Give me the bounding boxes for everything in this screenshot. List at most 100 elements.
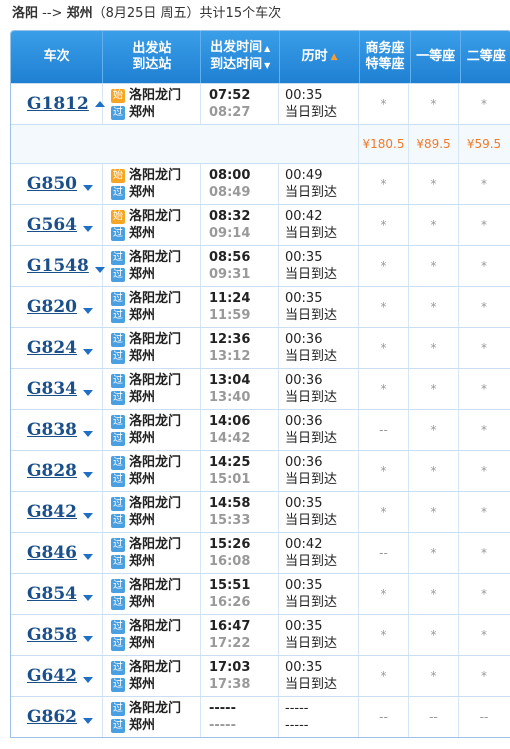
business-seat: --	[359, 410, 409, 450]
expand-icon[interactable]	[83, 349, 94, 355]
duration-cell: 00:35 当日到达	[279, 246, 359, 286]
train-number-link[interactable]: G1812	[27, 94, 89, 114]
train-number-link[interactable]: G854	[27, 584, 77, 604]
expand-icon[interactable]	[83, 390, 94, 396]
train-number-cell: G834	[11, 369, 103, 409]
departure-time: 17:03	[209, 660, 251, 675]
first-class-seat: *	[409, 656, 459, 696]
expand-icon[interactable]	[83, 472, 94, 478]
table-row: G828 过洛阳龙门 过郑州 14:25 15:01 00:36 当日到达 * …	[11, 450, 510, 491]
arrival-day: 当日到达	[285, 636, 338, 651]
station-badge: 过	[111, 718, 125, 733]
first-class-seat: *	[409, 164, 459, 204]
business-price: ¥180.5	[359, 125, 409, 163]
train-number-link[interactable]: G820	[27, 297, 77, 317]
expand-icon[interactable]	[83, 595, 94, 601]
departure-station: 洛阳龙门	[129, 250, 182, 265]
train-number-link[interactable]: G642	[27, 666, 77, 686]
stations-cell: 过洛阳龙门 过郑州	[103, 574, 201, 614]
station-badge: 过	[111, 105, 125, 120]
duration-cell: ----- -----	[279, 697, 359, 737]
times-cell: 11:24 11:59	[201, 287, 279, 327]
arrival-station: 郑州	[129, 636, 156, 651]
departure-time: 16:47	[209, 619, 251, 634]
train-number-link[interactable]: G828	[27, 461, 77, 481]
train-number-link[interactable]: G846	[27, 543, 77, 563]
train-number-link[interactable]: G824	[27, 338, 77, 358]
arrival-time: 11:59	[209, 308, 251, 323]
train-number-link[interactable]: G858	[27, 625, 77, 645]
sort-down-icon[interactable]: ▼	[264, 58, 270, 74]
duration-cell: 00:35 当日到达	[279, 492, 359, 532]
business-seat: *	[359, 84, 409, 124]
times-cell: 08:32 09:14	[201, 205, 279, 245]
departure-time: 08:32	[209, 209, 251, 224]
arrival-station: 郑州	[129, 390, 156, 405]
table-row: G850 始洛阳龙门 过郑州 08:00 08:49 00:49 当日到达 * …	[11, 163, 510, 204]
departure-time: 13:04	[209, 373, 251, 388]
departure-time: 12:36	[209, 332, 251, 347]
departure-station: 洛阳龙门	[129, 291, 182, 306]
times-cell: 13:04 13:40	[201, 369, 279, 409]
expand-icon[interactable]	[83, 677, 94, 683]
station-badge: 过	[111, 185, 125, 200]
expand-icon[interactable]	[83, 718, 94, 724]
arrival-station: 郑州	[129, 105, 156, 120]
header-duration[interactable]: 历时 ▲	[280, 31, 361, 83]
table-header: 车次 出发站 到达站 出发时间 ▲ 到达时间 ▼ 历时 ▲ 商务座 特等座 一等座 二等座	[11, 31, 510, 83]
departure-time: 08:00	[209, 168, 251, 183]
duration: 00:36	[285, 455, 323, 470]
sort-up-icon[interactable]: ▲	[264, 41, 270, 57]
arrival-time: 13:40	[209, 390, 251, 405]
station-badge: 过	[111, 373, 125, 388]
duration-cell: 00:36 当日到达	[279, 410, 359, 450]
station-badge: 过	[111, 250, 125, 265]
business-seat: *	[359, 205, 409, 245]
train-number-link[interactable]: G838	[27, 420, 77, 440]
station-badge: 过	[111, 455, 125, 470]
train-number-cell: G642	[11, 656, 103, 696]
arrival-time: -----	[209, 718, 236, 733]
expand-icon[interactable]	[83, 308, 94, 314]
train-number-cell: G850	[11, 164, 103, 204]
table-row: G820 过洛阳龙门 过郑州 11:24 11:59 00:35 当日到达 * …	[11, 286, 510, 327]
station-badge: 过	[111, 332, 125, 347]
stations-cell: 过洛阳龙门 过郑州	[103, 369, 201, 409]
stations-cell: 过洛阳龙门 过郑州	[103, 287, 201, 327]
sort-up-icon[interactable]: ▲	[331, 49, 338, 65]
expand-icon[interactable]	[83, 554, 94, 560]
header-times[interactable]: 出发时间 ▲ 到达时间 ▼	[201, 31, 280, 83]
second-class-seat: *	[481, 382, 487, 396]
expand-icon[interactable]	[83, 226, 94, 232]
arrival-day: 当日到达	[285, 431, 338, 446]
duration-cell: 00:36 当日到达	[279, 369, 359, 409]
arrival-time: 09:31	[209, 267, 251, 282]
arrival-time: 15:33	[209, 513, 251, 528]
station-badge: 过	[111, 390, 125, 405]
expand-icon[interactable]	[83, 185, 94, 191]
times-cell: 08:00 08:49	[201, 164, 279, 204]
train-number-cell: G862	[11, 697, 103, 737]
train-number-link[interactable]: G850	[27, 174, 77, 194]
expand-icon[interactable]	[83, 513, 94, 519]
train-number-link[interactable]: G862	[27, 707, 77, 727]
expand-icon[interactable]	[83, 636, 94, 642]
expand-icon[interactable]	[83, 431, 94, 437]
stations-cell: 过洛阳龙门 过郑州	[103, 246, 201, 286]
stations-cell: 始洛阳龙门 过郑州	[103, 84, 201, 124]
stations-cell: 过洛阳龙门 过郑州	[103, 697, 201, 737]
train-number-link[interactable]: G842	[27, 502, 77, 522]
arrival-station: 郑州	[129, 513, 156, 528]
duration-cell: 00:36 当日到达	[279, 328, 359, 368]
departure-station: 洛阳龙门	[129, 496, 182, 511]
train-number-cell: G854	[11, 574, 103, 614]
arrival-day: 当日到达	[285, 185, 338, 200]
times-cell: 16:47 17:22	[201, 615, 279, 655]
arrival-day: 当日到达	[285, 267, 338, 282]
departure-station: 洛阳龙门	[129, 88, 182, 103]
train-number-link[interactable]: G1548	[27, 256, 89, 276]
business-seat: --	[359, 533, 409, 573]
duration-cell: 00:35 当日到达	[279, 84, 359, 124]
train-number-link[interactable]: G564	[27, 215, 77, 235]
train-number-link[interactable]: G834	[27, 379, 77, 399]
